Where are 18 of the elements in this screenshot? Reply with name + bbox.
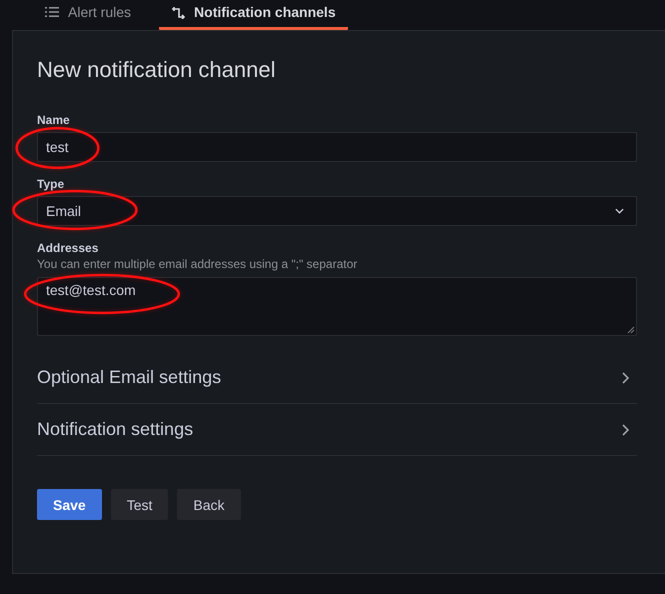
field-hint: You can enter multiple email addresses using a ";" separator — [37, 257, 358, 271]
resize-handle-icon[interactable] — [627, 326, 635, 334]
collapsible-section[interactable]: Optional Email settings — [37, 352, 637, 404]
collapsible-section[interactable]: Notification settings — [37, 404, 637, 456]
field-label: Type — [37, 177, 64, 191]
action-button[interactable]: Back — [177, 489, 241, 520]
page-title: New notification channel — [37, 57, 276, 83]
list-icon — [45, 6, 59, 18]
chevron-down-icon — [615, 208, 624, 214]
type-select[interactable]: Email — [37, 196, 637, 226]
tab[interactable]: Alert rules — [33, 0, 144, 30]
action-button[interactable]: Test — [110, 489, 168, 520]
field-label: Addresses — [37, 241, 98, 255]
addresses-textarea[interactable]: test@test.com — [37, 277, 637, 336]
save-button[interactable]: Save — [37, 489, 102, 520]
name-input[interactable]: test — [37, 132, 637, 162]
channel-icon — [171, 4, 186, 18]
field-label: Name — [37, 113, 70, 127]
